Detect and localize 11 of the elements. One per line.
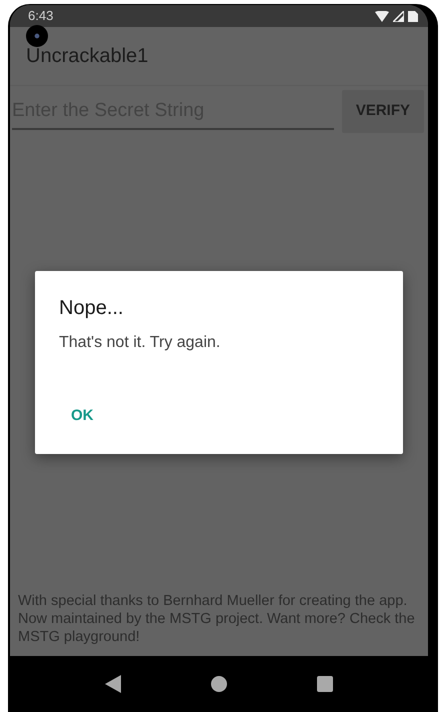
signal-icon: [393, 10, 404, 22]
dialog-message: That's not it. Try again.: [59, 333, 222, 353]
camera-icon: [26, 25, 48, 47]
ok-button[interactable]: OK: [59, 399, 106, 434]
back-icon[interactable]: [105, 675, 121, 693]
dialog-title: Nope...: [59, 296, 124, 321]
verify-button[interactable]: VERIFY: [342, 90, 424, 132]
wifi-icon: [375, 10, 389, 22]
battery-icon: [408, 10, 418, 22]
home-icon[interactable]: [211, 676, 227, 692]
status-time: 6:43: [28, 7, 54, 26]
